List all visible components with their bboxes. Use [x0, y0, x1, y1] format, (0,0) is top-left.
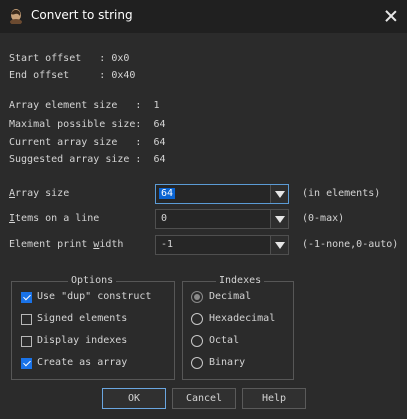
display-indexes-label[interactable]: Display indexes	[37, 335, 127, 347]
use-dup-checkbox[interactable]	[21, 292, 32, 303]
suggested-array-size-text: Suggested array size : 64	[9, 154, 166, 165]
app-logo-icon	[10, 9, 22, 24]
maximal-possible-size-text: Maximal possible size: 64	[9, 119, 166, 130]
indexes-legend: Indexes	[216, 275, 265, 287]
options-group: Options Use "dup" construct Signed eleme…	[11, 275, 175, 380]
decimal-label[interactable]: Decimal	[209, 291, 251, 303]
array-size-value: 64	[159, 188, 176, 199]
hexadecimal-radio[interactable]	[191, 313, 203, 325]
signed-elements-label[interactable]: Signed elements	[37, 313, 127, 325]
element-print-width-value: -1	[161, 239, 174, 250]
items-on-line-value: 0	[161, 213, 168, 224]
binary-label[interactable]: Binary	[209, 357, 245, 369]
title-bar: Convert to string	[0, 0, 407, 33]
binary-radio[interactable]	[191, 357, 203, 369]
end-offset-text: End offset : 0x40	[9, 70, 136, 81]
items-on-line-combobox[interactable]: 0	[155, 209, 289, 229]
array-element-size-text: Array element size : 1	[9, 100, 160, 111]
window-title: Convert to string	[31, 8, 133, 22]
create-as-array-label[interactable]: Create as array	[37, 357, 127, 369]
display-indexes-checkbox[interactable]	[21, 336, 32, 347]
signed-elements-checkbox[interactable]	[21, 314, 32, 325]
decimal-radio[interactable]	[191, 291, 203, 303]
array-size-hint: (in elements)	[302, 188, 381, 199]
element-print-width-hint: (-1-none,0-auto)	[302, 239, 399, 250]
options-legend: Options	[68, 275, 117, 287]
cancel-button[interactable]: Cancel	[172, 388, 236, 409]
items-on-line-hint: (0-max)	[302, 213, 345, 224]
close-icon[interactable]	[383, 8, 399, 24]
create-as-array-checkbox[interactable]	[21, 358, 32, 369]
array-size-combobox[interactable]: 64	[155, 184, 289, 204]
start-offset-text: Start offset : 0x0	[9, 53, 130, 64]
hexadecimal-label[interactable]: Hexadecimal	[209, 313, 275, 325]
chevron-down-icon[interactable]	[270, 185, 288, 203]
ok-button[interactable]: OK	[102, 388, 166, 409]
chevron-down-icon[interactable]	[270, 236, 288, 254]
element-print-width-combobox[interactable]: -1	[155, 235, 289, 255]
use-dup-label[interactable]: Use "dup" construct	[37, 291, 151, 303]
octal-radio[interactable]	[191, 335, 203, 347]
items-on-line-label: Items on a line	[9, 213, 100, 224]
octal-label[interactable]: Octal	[209, 335, 239, 347]
chevron-down-icon[interactable]	[270, 210, 288, 228]
current-array-size-text: Current array size : 64	[9, 137, 166, 148]
indexes-group: Indexes Decimal Hexadecimal Octal Binary	[182, 275, 294, 380]
array-size-label: Array size	[9, 188, 70, 199]
element-print-width-label: Element print width	[9, 239, 124, 250]
dialog-body: Start offset : 0x0 End offset : 0x40 Arr…	[0, 33, 407, 419]
help-button[interactable]: Help	[242, 388, 306, 409]
